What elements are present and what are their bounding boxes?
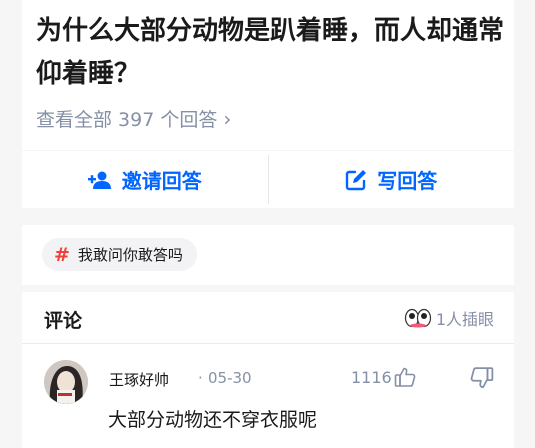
comment-date: 05-30 — [208, 369, 252, 387]
watchers-label: 1人插眼 — [435, 310, 494, 329]
chevron-right-icon: › — [223, 106, 232, 131]
like-count: 1116 — [351, 367, 392, 387]
edit-icon — [346, 169, 367, 190]
topic-card: # 我敢问你敢答吗 — [22, 225, 514, 285]
hashtag-icon: # — [54, 243, 70, 266]
view-all-answers-link[interactable]: 查看全部 397 个回答 › — [36, 105, 231, 132]
eyes-icon — [404, 308, 431, 328]
write-answer-button[interactable]: 写回答 — [269, 151, 515, 208]
watch-button[interactable]: 1人插眼 — [404, 306, 494, 330]
invite-answer-label: 邀请回答 — [121, 169, 202, 193]
dislike-button[interactable] — [470, 366, 494, 394]
comments-header: 评论 1人插眼 — [22, 292, 514, 344]
comment-text: 大部分动物还不穿衣服呢 — [108, 409, 318, 431]
topic-tag-label: 我敢问你敢答吗 — [77, 246, 183, 264]
like-button[interactable]: 1116 — [351, 366, 416, 388]
avatar-image — [44, 360, 88, 404]
comments-section: 评论 1人插眼 王琢好帅 · 05-30 1116 大部分动物还不穿衣服呢 — [22, 292, 514, 448]
question-title[interactable]: 为什么大部分动物是趴着睡，而人却通常仰着睡？ — [36, 10, 506, 96]
action-bar: 邀请回答 写回答 — [22, 151, 514, 208]
answer-count-label: 查看全部 397 个回答 — [36, 109, 218, 131]
invite-answer-button[interactable]: 邀请回答 — [22, 151, 268, 208]
thumbs-up-icon — [394, 367, 416, 387]
write-answer-label: 写回答 — [377, 169, 438, 193]
question-card: 为什么大部分动物是趴着睡，而人却通常仰着睡？ 查看全部 397 个回答 › — [22, 0, 514, 150]
avatar[interactable] — [44, 360, 88, 404]
add-person-icon — [87, 171, 111, 189]
comment-separator: · — [198, 369, 203, 387]
comments-title: 评论 — [44, 310, 83, 332]
topic-tag[interactable]: # 我敢问你敢答吗 — [42, 238, 197, 271]
thumbs-down-icon — [470, 367, 494, 389]
comment-author[interactable]: 王琢好帅 — [109, 369, 169, 390]
